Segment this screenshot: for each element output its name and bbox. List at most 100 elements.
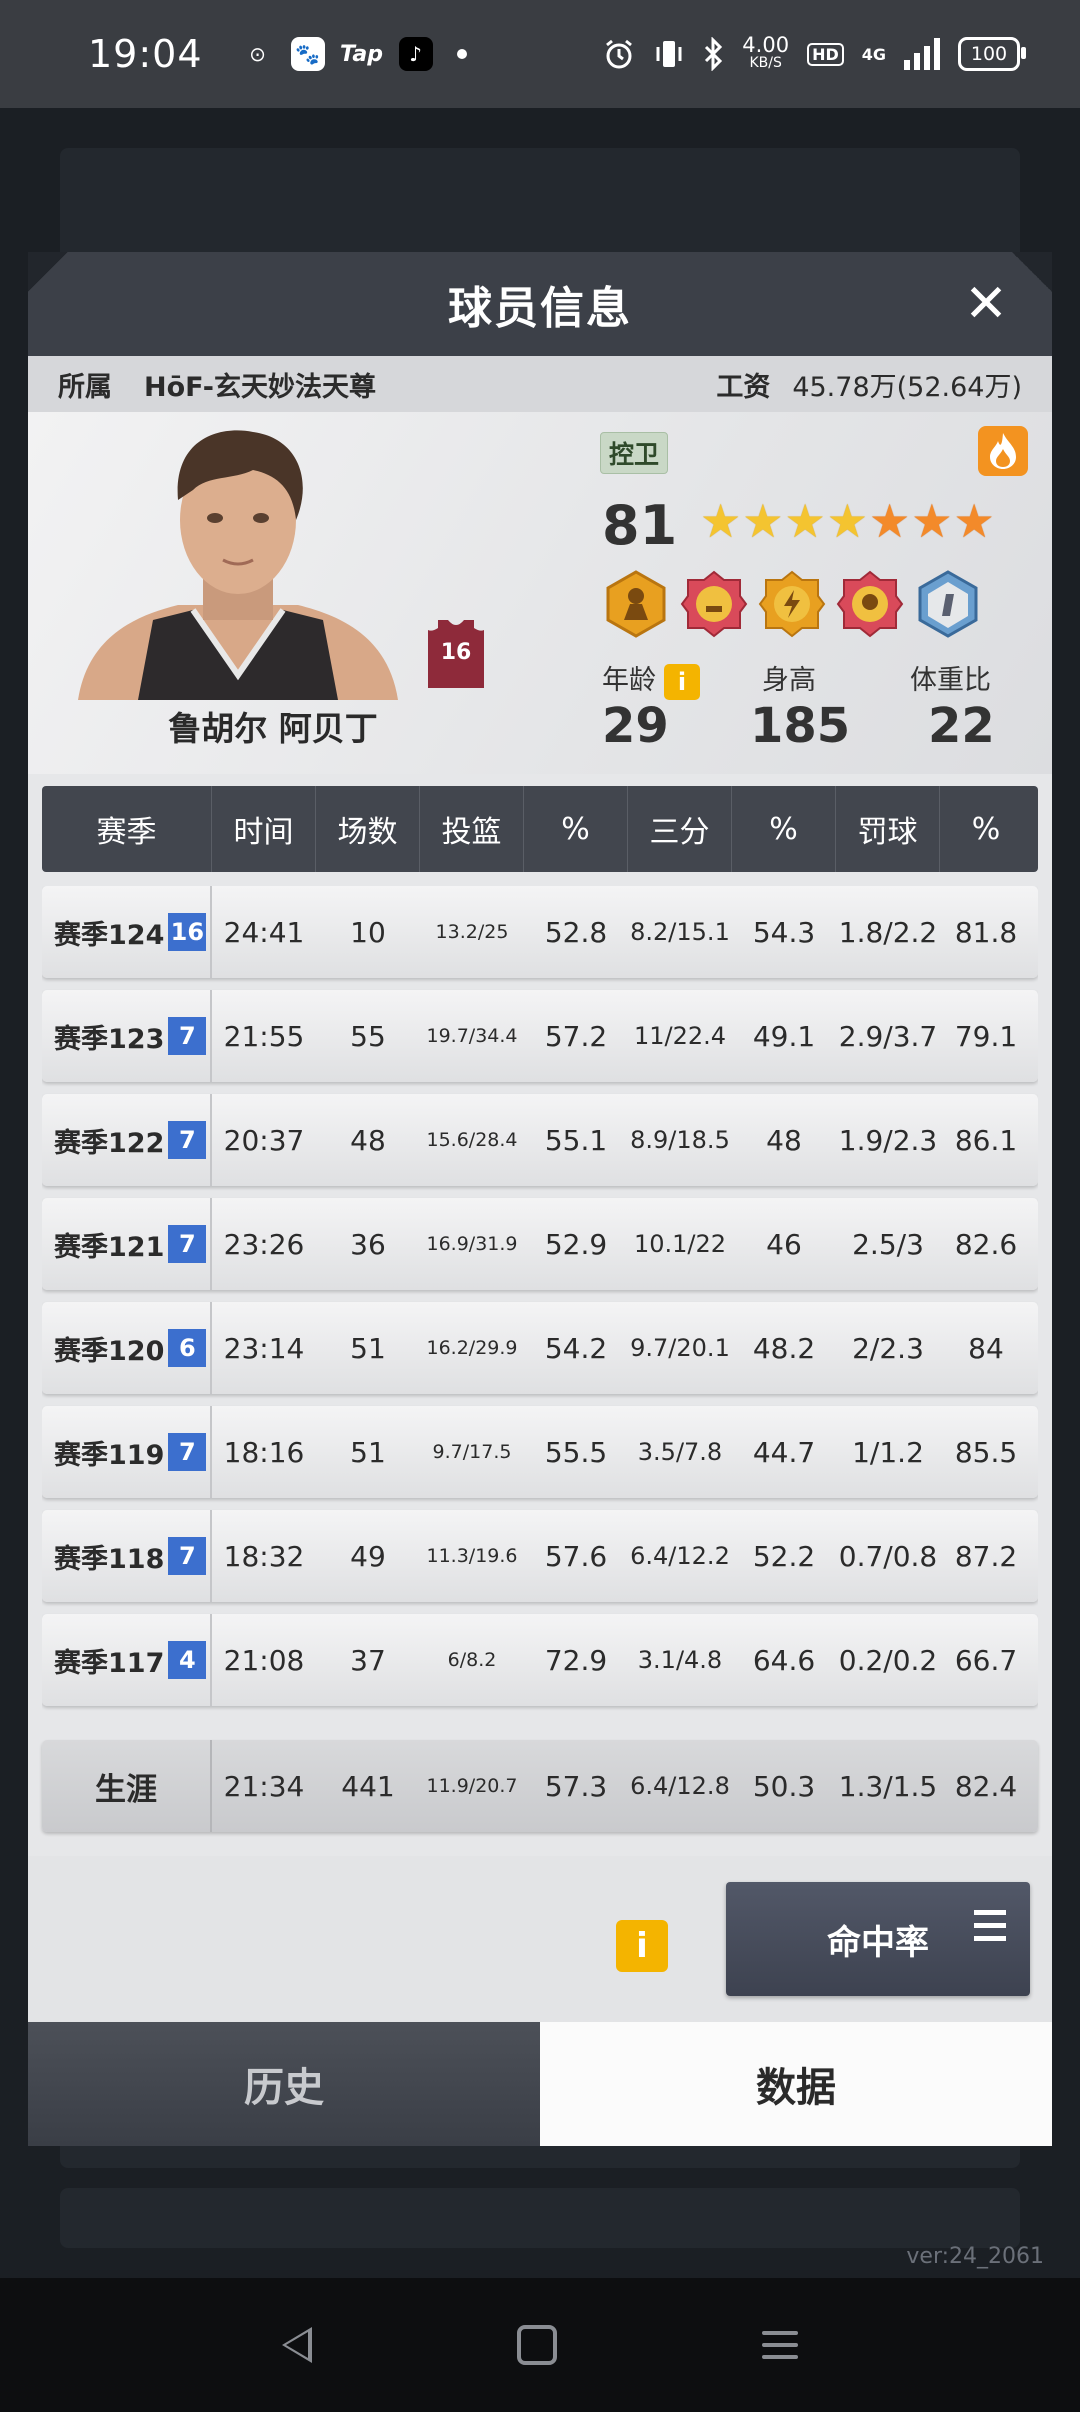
baidu-icon: 🐾 bbox=[290, 37, 325, 71]
row-season-label: 赛季118 bbox=[54, 1543, 165, 1575]
header-ft-pct: % bbox=[971, 811, 1001, 847]
bluetooth-icon bbox=[705, 37, 723, 71]
row-level-badge: 6 bbox=[168, 1329, 207, 1367]
career-ft-pct: 82.4 bbox=[954, 1769, 1018, 1803]
table-row[interactable]: 赛季119 7 18:16 51 9.7/17.5 55.5 3.5/7.8 44.7 1/1.… bbox=[42, 1406, 1038, 1498]
row-level-badge: 7 bbox=[168, 1121, 207, 1159]
header-fg: 投篮 bbox=[420, 786, 524, 872]
row-ft: 0.7/0.8 bbox=[838, 1539, 938, 1573]
row-three-pct: 52.2 bbox=[752, 1539, 816, 1573]
position-badge: 控卫 bbox=[600, 432, 669, 474]
hd-badge: HD bbox=[807, 42, 844, 66]
table-row[interactable]: 赛季117 4 21:08 37 6/8.2 72.9 3.1/4.8 64.6 0.2/0.2… bbox=[42, 1614, 1038, 1706]
stats-table-header: 赛季 时间 场数 投篮 % 三分 % 罚球 % bbox=[42, 786, 1038, 872]
row-ft-pct: 87.2 bbox=[954, 1539, 1018, 1573]
background-panel bbox=[60, 2188, 1020, 2248]
overall-rating: 81 bbox=[602, 494, 678, 557]
team-label: 所属 bbox=[58, 371, 112, 403]
recents-icon[interactable] bbox=[761, 2331, 798, 2359]
table-row[interactable]: 赛季123 7 21:55 55 19.7/34.4 57.2 11/22.4 49.1 2.9… bbox=[42, 990, 1038, 1082]
row-level-badge: 7 bbox=[168, 1537, 207, 1575]
row-ft: 1.9/2.3 bbox=[838, 1123, 938, 1157]
skill-red-ball-icon[interactable] bbox=[836, 570, 904, 638]
player-info-modal: 球员信息 ✕ 所属 HōF-玄天妙法天尊 工资 45.78万(52.64万) 鲁… bbox=[28, 252, 1052, 2146]
row-level-badge: 7 bbox=[168, 1225, 207, 1263]
row-three-pct: 54.3 bbox=[752, 915, 816, 949]
table-row[interactable]: 赛季122 7 20:37 48 15.6/28.4 55.1 8.9/18.5 48 1.9/… bbox=[42, 1094, 1038, 1186]
row-season: 赛季123 7 bbox=[42, 990, 212, 1082]
career-three-pct: 50.3 bbox=[752, 1769, 816, 1803]
height-label: 身高 bbox=[762, 665, 816, 696]
skill-blue-shield-icon[interactable] bbox=[914, 570, 982, 638]
tiktok-icon: ♪ bbox=[398, 37, 433, 71]
tab-data[interactable]: 数据 bbox=[540, 2022, 1052, 2146]
stats-rows-scroll[interactable]: 赛季124 16 24:41 10 13.2/25 52.8 8.2/15.1 54.3 1.8… bbox=[42, 886, 1038, 1716]
app-notification-icon: ⊙ bbox=[249, 42, 266, 66]
age-label-group: 年龄 i bbox=[602, 658, 700, 700]
notification-icons: ⊙ 🐾 Tap ♪ bbox=[241, 37, 467, 71]
table-row[interactable]: 赛季120 6 23:14 51 16.2/29.9 54.2 9.7/20.1 48.2 2/… bbox=[42, 1302, 1038, 1394]
row-ft-pct: 66.7 bbox=[954, 1643, 1018, 1677]
signal-icon bbox=[904, 38, 940, 70]
row-fg-pct: 55.5 bbox=[544, 1435, 608, 1469]
table-row[interactable]: 赛季121 7 23:26 36 16.9/31.9 52.9 10.1/22 46 2.5/3… bbox=[42, 1198, 1038, 1290]
row-fg-pct: 54.2 bbox=[544, 1331, 608, 1365]
header-games: 场数 bbox=[316, 786, 420, 872]
row-level-badge: 7 bbox=[168, 1017, 207, 1055]
row-games: 37 bbox=[350, 1643, 386, 1677]
tab-history[interactable]: 历史 bbox=[28, 2022, 540, 2146]
row-three: 9.7/20.1 bbox=[630, 1334, 730, 1362]
stats-table: 赛季 时间 场数 投篮 % 三分 % 罚球 % 赛季124 16 24:41 10 13… bbox=[42, 786, 1038, 1706]
height-value: 185 bbox=[750, 698, 851, 754]
shooting-rate-button[interactable]: 命中率 bbox=[726, 1882, 1030, 1996]
row-three: 3.5/7.8 bbox=[637, 1438, 723, 1466]
row-three: 3.1/4.8 bbox=[637, 1646, 723, 1674]
row-fg: 6/8.2 bbox=[447, 1649, 497, 1671]
row-season-label: 赛季117 bbox=[54, 1647, 165, 1679]
row-fg-pct: 72.9 bbox=[544, 1643, 608, 1677]
row-ft: 2.5/3 bbox=[852, 1227, 924, 1261]
salary-value: 45.78万(52.64万) bbox=[792, 371, 1022, 403]
skill-red-hand-icon[interactable] bbox=[680, 570, 748, 638]
star-icon: ★ bbox=[742, 494, 784, 548]
table-row[interactable]: 赛季118 7 18:32 49 11.3/19.6 57.6 6.4/12.2 52.2 0.… bbox=[42, 1510, 1038, 1602]
skill-lightning-icon[interactable] bbox=[758, 570, 826, 638]
fire-icon[interactable] bbox=[978, 426, 1028, 476]
info-button[interactable]: i bbox=[616, 1920, 668, 1972]
row-season: 赛季122 7 bbox=[42, 1094, 212, 1186]
row-fg-pct: 52.8 bbox=[544, 915, 608, 949]
row-ft: 2/2.3 bbox=[852, 1331, 924, 1365]
back-icon[interactable] bbox=[282, 2327, 313, 2363]
player-name: 鲁胡尔 阿贝丁 bbox=[168, 709, 378, 748]
home-icon[interactable] bbox=[516, 2325, 557, 2365]
team-name[interactable]: HōF-玄天妙法天尊 bbox=[144, 365, 376, 404]
row-season-label: 赛季123 bbox=[54, 1023, 165, 1055]
row-ft: 1.8/2.2 bbox=[838, 915, 938, 949]
row-time: 20:37 bbox=[223, 1123, 305, 1157]
row-time: 18:32 bbox=[223, 1539, 305, 1573]
shooting-rate-label: 命中率 bbox=[827, 1922, 929, 1963]
row-ft-pct: 82.6 bbox=[954, 1227, 1018, 1261]
row-time: 21:55 bbox=[223, 1019, 305, 1053]
close-button[interactable]: ✕ bbox=[960, 278, 1012, 330]
network-speed: 4.00 KB/S bbox=[742, 35, 789, 72]
row-ft: 2.9/3.7 bbox=[838, 1019, 938, 1053]
alarm-icon bbox=[606, 39, 633, 69]
row-three-pct: 49.1 bbox=[752, 1019, 816, 1053]
row-season-label: 赛季122 bbox=[54, 1127, 165, 1159]
weight-ratio-label: 体重比 bbox=[910, 665, 991, 696]
status-time: 19:04 bbox=[88, 32, 203, 76]
age-info-icon[interactable]: i bbox=[664, 663, 700, 700]
skill-gold-player-icon[interactable] bbox=[602, 570, 670, 638]
header-season: 赛季 bbox=[42, 786, 212, 872]
row-level-badge: 16 bbox=[168, 913, 207, 951]
table-row[interactable]: 赛季124 16 24:41 10 13.2/25 52.8 8.2/15.1 54.3 1.8… bbox=[42, 886, 1038, 978]
star-icon: ★ bbox=[700, 494, 742, 548]
row-ft-pct: 79.1 bbox=[954, 1019, 1018, 1053]
career-label: 生涯 bbox=[42, 1740, 212, 1832]
bottom-tabs: 历史 数据 bbox=[28, 2022, 1052, 2146]
star-icon: ★ bbox=[826, 494, 868, 548]
player-card: 鲁胡尔 阿贝丁 16 控卫 81 ★ ★ ★ ★ ★ ★ ★ 年龄 i 身高 体… bbox=[28, 412, 1052, 774]
age-value: 29 bbox=[602, 698, 669, 754]
header-fg-pct: % bbox=[524, 786, 628, 872]
